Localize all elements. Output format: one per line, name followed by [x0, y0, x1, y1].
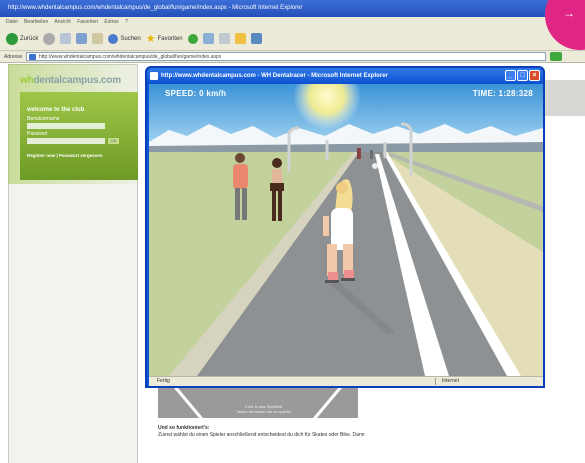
game-scene [149, 84, 543, 376]
history-icon[interactable] [202, 33, 214, 44]
search-icon [108, 33, 119, 44]
status-divider [435, 378, 436, 385]
popup-title-bar[interactable]: http://www.whdentalcampus.com - WH Denta… [147, 68, 543, 84]
forward-button[interactable] [43, 32, 56, 45]
maximize-button[interactable]: □ [517, 70, 528, 81]
speed-readout: SPEED: 0 km/h [165, 89, 227, 98]
logo-prefix: wh [20, 75, 34, 86]
address-input[interactable]: http://www.whdentalcampus.com/whdentalca… [26, 52, 546, 61]
popup-title-text: http://www.whdentalcampus.com - WH Denta… [161, 73, 388, 79]
game-viewport[interactable]: SPEED: 0 km/h TIME: 1:28:328 [149, 84, 543, 376]
thumbnail-caption: Klick in das Spielfeld Tasten benutzen u… [236, 404, 292, 414]
ie-icon [150, 72, 158, 80]
right-grey-block [545, 80, 585, 116]
time-readout: TIME: 1:28:328 [472, 89, 533, 98]
refresh-icon[interactable] [76, 33, 88, 44]
outer-menubar: Datei Bearbeiten Ansicht Favoriten Extra… [0, 17, 585, 27]
status-ready: Fertig [157, 378, 170, 384]
star-icon: ★ [145, 33, 156, 45]
instructions-heading: Und so funktioniert's: [158, 425, 210, 431]
mail-icon[interactable] [218, 33, 230, 44]
back-label: Zurück [20, 35, 39, 42]
menu-help[interactable]: ? [125, 19, 128, 25]
favorites-label: Favoriten [157, 35, 183, 42]
outer-toolbar: Zurück Suchen ★ Favoriten [0, 27, 585, 51]
address-label: Adresse [4, 53, 23, 60]
stop-icon[interactable] [60, 33, 72, 44]
favorites-button[interactable]: ★ Favoriten [146, 32, 183, 45]
screen: http://www.whdentalcampus.com/whdentalca… [0, 0, 585, 463]
logo-rest: dentalcampus.com [33, 75, 122, 86]
status-zone: Internet [442, 378, 459, 384]
messenger-icon[interactable] [250, 33, 262, 44]
menu-file[interactable]: Datei [6, 19, 18, 25]
back-arrow-icon [6, 32, 18, 45]
address-bar: Adresse http://www.whdentalcampus.com/wh… [0, 51, 585, 63]
outer-window-title: http://www.whdentalcampus.com/whdentalca… [0, 0, 585, 17]
media-icon[interactable] [187, 33, 198, 44]
close-button[interactable]: × [529, 70, 540, 81]
welcome-heading: welcome to the club [27, 107, 85, 113]
folder-icon[interactable] [234, 33, 246, 44]
login-ok-button[interactable]: OK [108, 138, 119, 144]
popup-status-bar: Fertig Internet [149, 376, 543, 386]
password-field[interactable] [27, 138, 105, 144]
menu-tools[interactable]: Extras [104, 19, 118, 25]
search-button[interactable]: Suchen [108, 33, 141, 44]
home-icon[interactable] [92, 33, 104, 44]
menu-edit[interactable]: Bearbeiten [24, 19, 48, 25]
back-button[interactable]: Zurück [6, 32, 39, 45]
ok-label: OK [110, 138, 117, 143]
username-label: Benutzername [27, 116, 60, 122]
username-field[interactable] [27, 123, 105, 129]
register-links[interactable]: Register now | Passwort vergessen [27, 153, 132, 158]
minimize-button[interactable]: _ [505, 70, 516, 81]
login-panel: welcome to the club Benutzername Passwor… [20, 92, 138, 180]
menu-favorites[interactable]: Favoriten [77, 19, 98, 25]
window-controls: _ □ × [505, 70, 540, 81]
go-button[interactable] [550, 52, 562, 61]
instructions-body: Zuerst wählst du einen Spieler anschließ… [158, 432, 365, 438]
search-label: Suchen [120, 35, 141, 42]
game-popup-window: http://www.whdentalcampus.com - WH Denta… [145, 66, 545, 388]
instructions: Und so funktioniert's: Zuerst wählst du … [158, 425, 365, 439]
arrow-icon: → [563, 6, 575, 20]
site-logo[interactable]: whdentalcampus.com [20, 75, 121, 86]
menu-view[interactable]: Ansicht [54, 19, 70, 25]
